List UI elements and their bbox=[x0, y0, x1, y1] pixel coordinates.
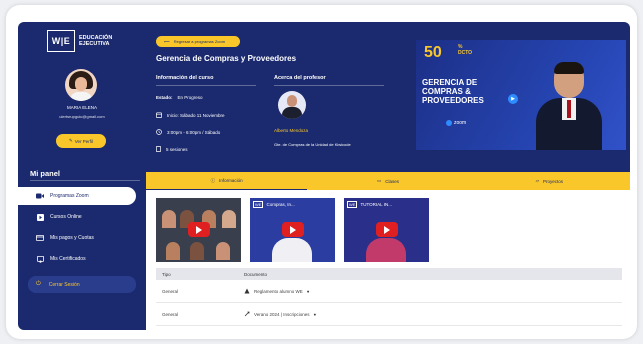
sessions-row: 5 sesiones bbox=[156, 146, 188, 153]
professor-heading: Acerca del profesor bbox=[274, 75, 326, 81]
sidebar-item-label: Mis pagos y Cuotas bbox=[50, 235, 94, 241]
info-icon: ● bbox=[313, 311, 317, 317]
tab-clases[interactable]: ▭ Clases bbox=[307, 172, 468, 190]
user-name: MARIA ELENA bbox=[66, 105, 97, 110]
panel-title: Mi panel bbox=[30, 169, 61, 178]
play-icon: ▶ bbox=[508, 94, 518, 104]
video-thumbnail[interactable]: WE TUTORIAL IN... bbox=[344, 198, 429, 262]
tab-label: Información bbox=[219, 178, 243, 183]
play-icon bbox=[36, 213, 44, 221]
start-date: Inicio: Sábado 11 Noviembre bbox=[167, 113, 225, 118]
pencil-icon: ✎ bbox=[68, 138, 73, 143]
sidebar: W|E EDUCACIÓN EJECUTIVA MARIA ELENA uler… bbox=[18, 22, 146, 330]
document-link[interactable]: Verano 2024 | Inscripciones bbox=[254, 312, 309, 317]
sidebar-item-label: Cursos Online bbox=[50, 214, 82, 220]
status-row: Estado: En Progreso bbox=[156, 95, 203, 100]
sidebar-item-cursos-online[interactable]: Cursos Online bbox=[18, 208, 136, 226]
logo-mark: W|E bbox=[47, 30, 75, 52]
professor-description: Gte. de Compras de la Unidad de Kiwicode bbox=[274, 142, 351, 147]
video-caption: Compras, In... bbox=[266, 202, 295, 207]
youtube-play-icon bbox=[376, 222, 398, 237]
divider bbox=[274, 85, 384, 86]
zoom-icon bbox=[446, 120, 452, 126]
avatar bbox=[65, 69, 97, 101]
video-list: WE Compras, In... WE TUTORIAL IN... bbox=[156, 198, 429, 262]
clock-icon bbox=[156, 129, 162, 136]
view-profile-label: Ver Perfil bbox=[74, 138, 94, 144]
schedule: 3:00pm - 6:00pm / Sábado bbox=[167, 130, 221, 135]
column-header: Tipo bbox=[162, 271, 171, 277]
doc-type: General bbox=[162, 288, 179, 294]
sidebar-item-certificados[interactable]: Mis Certificados bbox=[18, 250, 136, 268]
power-icon: ⏻ bbox=[36, 281, 41, 287]
table-row: General Verano 2024 | Inscripciones ● bbox=[156, 303, 622, 326]
professor-photo bbox=[534, 62, 608, 150]
divider bbox=[156, 85, 256, 86]
app-window: W|E EDUCACIÓN EJECUTIVA MARIA ELENA uler… bbox=[18, 22, 630, 330]
logo[interactable]: W|E EDUCACIÓN EJECUTIVA bbox=[47, 30, 112, 52]
document-link[interactable]: Reglamento alumno WE bbox=[254, 289, 303, 294]
link-icon bbox=[244, 311, 250, 318]
youtube-play-icon bbox=[188, 222, 210, 237]
divider bbox=[30, 180, 140, 181]
sidebar-item-programas-zoom[interactable]: Programas Zoom bbox=[18, 187, 136, 205]
arrow-left-icon: ⟵ bbox=[164, 39, 170, 44]
course-tabs: ⓘ Información ▭ Clases ▱ Proyectos bbox=[146, 172, 630, 190]
tab-informacion[interactable]: ⓘ Información bbox=[146, 172, 308, 190]
column-header: Documento bbox=[244, 271, 268, 277]
table-header: Tipo Documento bbox=[156, 268, 622, 280]
info-icon: ● bbox=[306, 288, 310, 294]
course-info-heading: Información del curso bbox=[156, 75, 214, 81]
document-icon bbox=[244, 288, 250, 295]
time-row: 3:00pm - 6:00pm / Sábado bbox=[156, 129, 220, 136]
back-button[interactable]: ⟵ Regresar a programas Zoom bbox=[156, 36, 240, 47]
sessions: 5 sesiones bbox=[166, 147, 188, 152]
dcto-label: DCTO bbox=[458, 50, 473, 56]
view-profile-button[interactable]: ✎ Ver Perfil bbox=[56, 134, 106, 148]
sidebar-item-pagos[interactable]: Mis pagos y Cuotas bbox=[18, 229, 136, 247]
main-content: ⟵ Regresar a programas Zoom Gerencia de … bbox=[146, 22, 630, 330]
folder-icon: ▱ bbox=[535, 178, 540, 183]
course-banner: 50 % DCTO GERENCIA DE COMPRAS & PROVEEDO… bbox=[416, 40, 626, 150]
monitor-icon: ▭ bbox=[376, 178, 382, 183]
documents-table: Tipo Documento General Reglamento alumno… bbox=[156, 268, 622, 326]
course-header: ⟵ Regresar a programas Zoom Gerencia de … bbox=[146, 22, 630, 172]
tab-label: Clases bbox=[385, 178, 399, 184]
logout-button[interactable]: ⏻ Cerrar Sesión bbox=[28, 276, 136, 293]
tab-label: Proyectos bbox=[543, 178, 564, 184]
sidebar-item-label: Mis Certificados bbox=[50, 256, 86, 262]
status-value: En Progreso bbox=[177, 95, 203, 100]
card-icon bbox=[36, 235, 44, 242]
tab-proyectos[interactable]: ▱ Proyectos bbox=[469, 172, 630, 190]
start-row: Inicio: Sábado 11 Noviembre bbox=[156, 112, 224, 119]
table-row: General Reglamento alumno WE ● bbox=[156, 280, 622, 303]
we-logo-icon: WE bbox=[347, 201, 358, 208]
logout-label: Cerrar Sesión bbox=[48, 281, 80, 288]
youtube-play-icon bbox=[282, 222, 304, 237]
status-label: Estado: bbox=[156, 95, 173, 100]
zoom-logo: zoom bbox=[446, 120, 466, 126]
banner-title: GERENCIA DE COMPRAS & PROVEEDORES bbox=[422, 78, 484, 105]
back-label: Regresar a programas Zoom bbox=[173, 39, 226, 44]
info-icon: ⓘ bbox=[210, 177, 216, 183]
video-thumbnail[interactable]: WE Compras, In... bbox=[250, 198, 335, 262]
calendar-icon bbox=[156, 112, 162, 119]
we-logo-icon: WE bbox=[253, 201, 264, 208]
doc-type: General bbox=[162, 311, 179, 317]
professor-avatar bbox=[278, 91, 306, 119]
discount-percent: 50 bbox=[424, 44, 442, 61]
user-email: ulertsrupguiu@gmail.com bbox=[59, 114, 105, 119]
video-icon bbox=[36, 193, 44, 200]
video-caption: TUTORIAL IN... bbox=[360, 202, 392, 207]
certificate-icon bbox=[36, 255, 44, 263]
logo-text-2: EJECUTIVA bbox=[79, 41, 110, 47]
professor-name: Alberto Mendoza bbox=[274, 128, 309, 133]
course-title: Gerencia de Compras y Proveedores bbox=[156, 54, 297, 63]
document-icon bbox=[156, 146, 161, 153]
video-thumbnail[interactable] bbox=[156, 198, 241, 262]
sidebar-item-label: Programas Zoom bbox=[50, 193, 89, 199]
